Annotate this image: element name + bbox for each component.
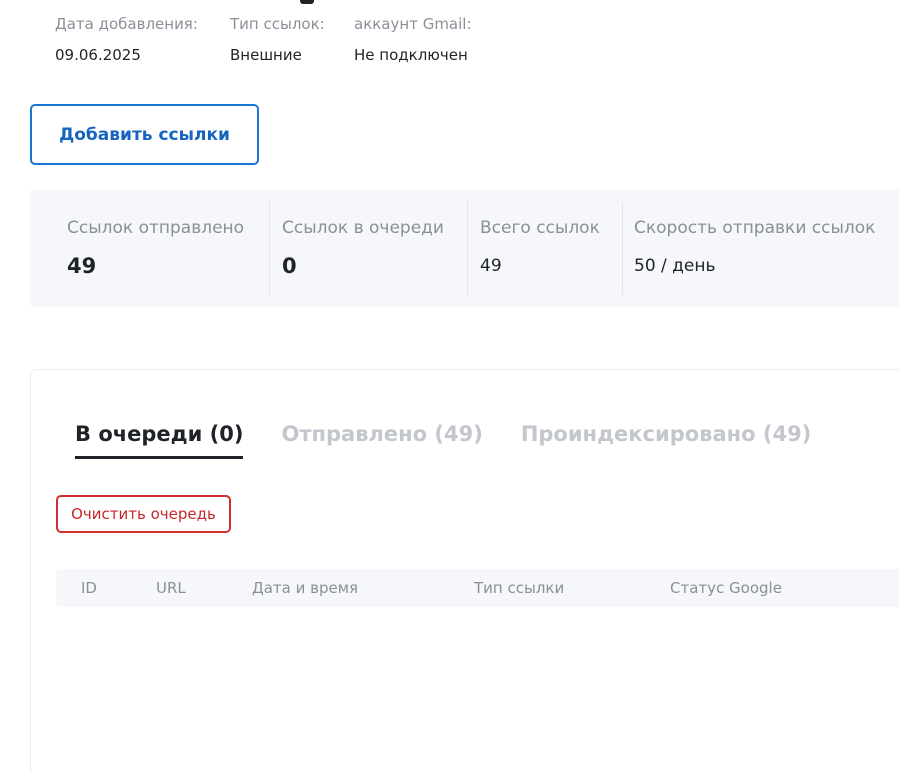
meta-date: Дата добавления: 09.06.2025 [55,14,205,65]
project-page: Дата добавления: 09.06.2025 Тип ссылок: … [0,0,899,773]
project-meta: Дата добавления: 09.06.2025 Тип ссылок: … [55,14,539,65]
stat-total-value: 49 [480,256,502,276]
column-header-url[interactable]: URL [156,579,186,597]
tab-indexed[interactable]: Проиндексировано (49) [521,418,811,459]
table-header: ID URL Дата и время Тип ссылки Статус Go… [56,569,899,607]
stat-queued: Ссылок в очереди 0 [269,190,467,307]
meta-date-value: 09.06.2025 [55,46,141,64]
links-card: В очереди (0) Отправлено (49) Проиндекси… [30,369,899,773]
meta-date-label: Дата добавления: [55,15,198,33]
page-title-fragment [300,0,314,4]
links-tabs: В очереди (0) Отправлено (49) Проиндекси… [75,418,849,459]
column-header-google-status[interactable]: Статус Google [670,579,782,597]
tab-queued[interactable]: В очереди (0) [75,418,244,459]
meta-link-type: Тип ссылок: Внешние [230,14,329,65]
stat-sent-value: 49 [67,254,97,278]
tab-sent[interactable]: Отправлено (49) [281,418,482,459]
stats-panel: Ссылок отправлено 49 Ссылок в очереди 0 … [30,190,899,307]
stat-speed: Скорость отправки ссылок 50 / день [622,190,899,307]
meta-gmail-label: аккаунт Gmail: [354,15,472,33]
stat-total: Всего ссылок 49 [467,190,622,307]
stat-sent-label: Ссылок отправлено [67,218,245,238]
column-header-datetime[interactable]: Дата и время [252,579,358,597]
clear-queue-button[interactable]: Очистить очередь [56,495,231,533]
add-links-button[interactable]: Добавить ссылки [30,104,259,165]
meta-link-type-value: Внешние [230,46,302,64]
column-header-link-type[interactable]: Тип ссылки [474,579,564,597]
stat-total-label: Всего ссылок [480,218,600,238]
column-header-id[interactable]: ID [81,579,97,597]
meta-gmail-value: Не подключен [354,46,468,64]
stat-speed-label: Скорость отправки ссылок [634,218,876,238]
meta-link-type-label: Тип ссылок: [230,15,325,33]
stat-speed-value: 50 / день [634,256,716,276]
stat-queued-label: Ссылок в очереди [282,218,444,238]
stat-queued-value: 0 [282,254,297,278]
meta-gmail: аккаунт Gmail: Не подключен [354,14,514,65]
stat-sent: Ссылок отправлено 49 [30,190,269,307]
